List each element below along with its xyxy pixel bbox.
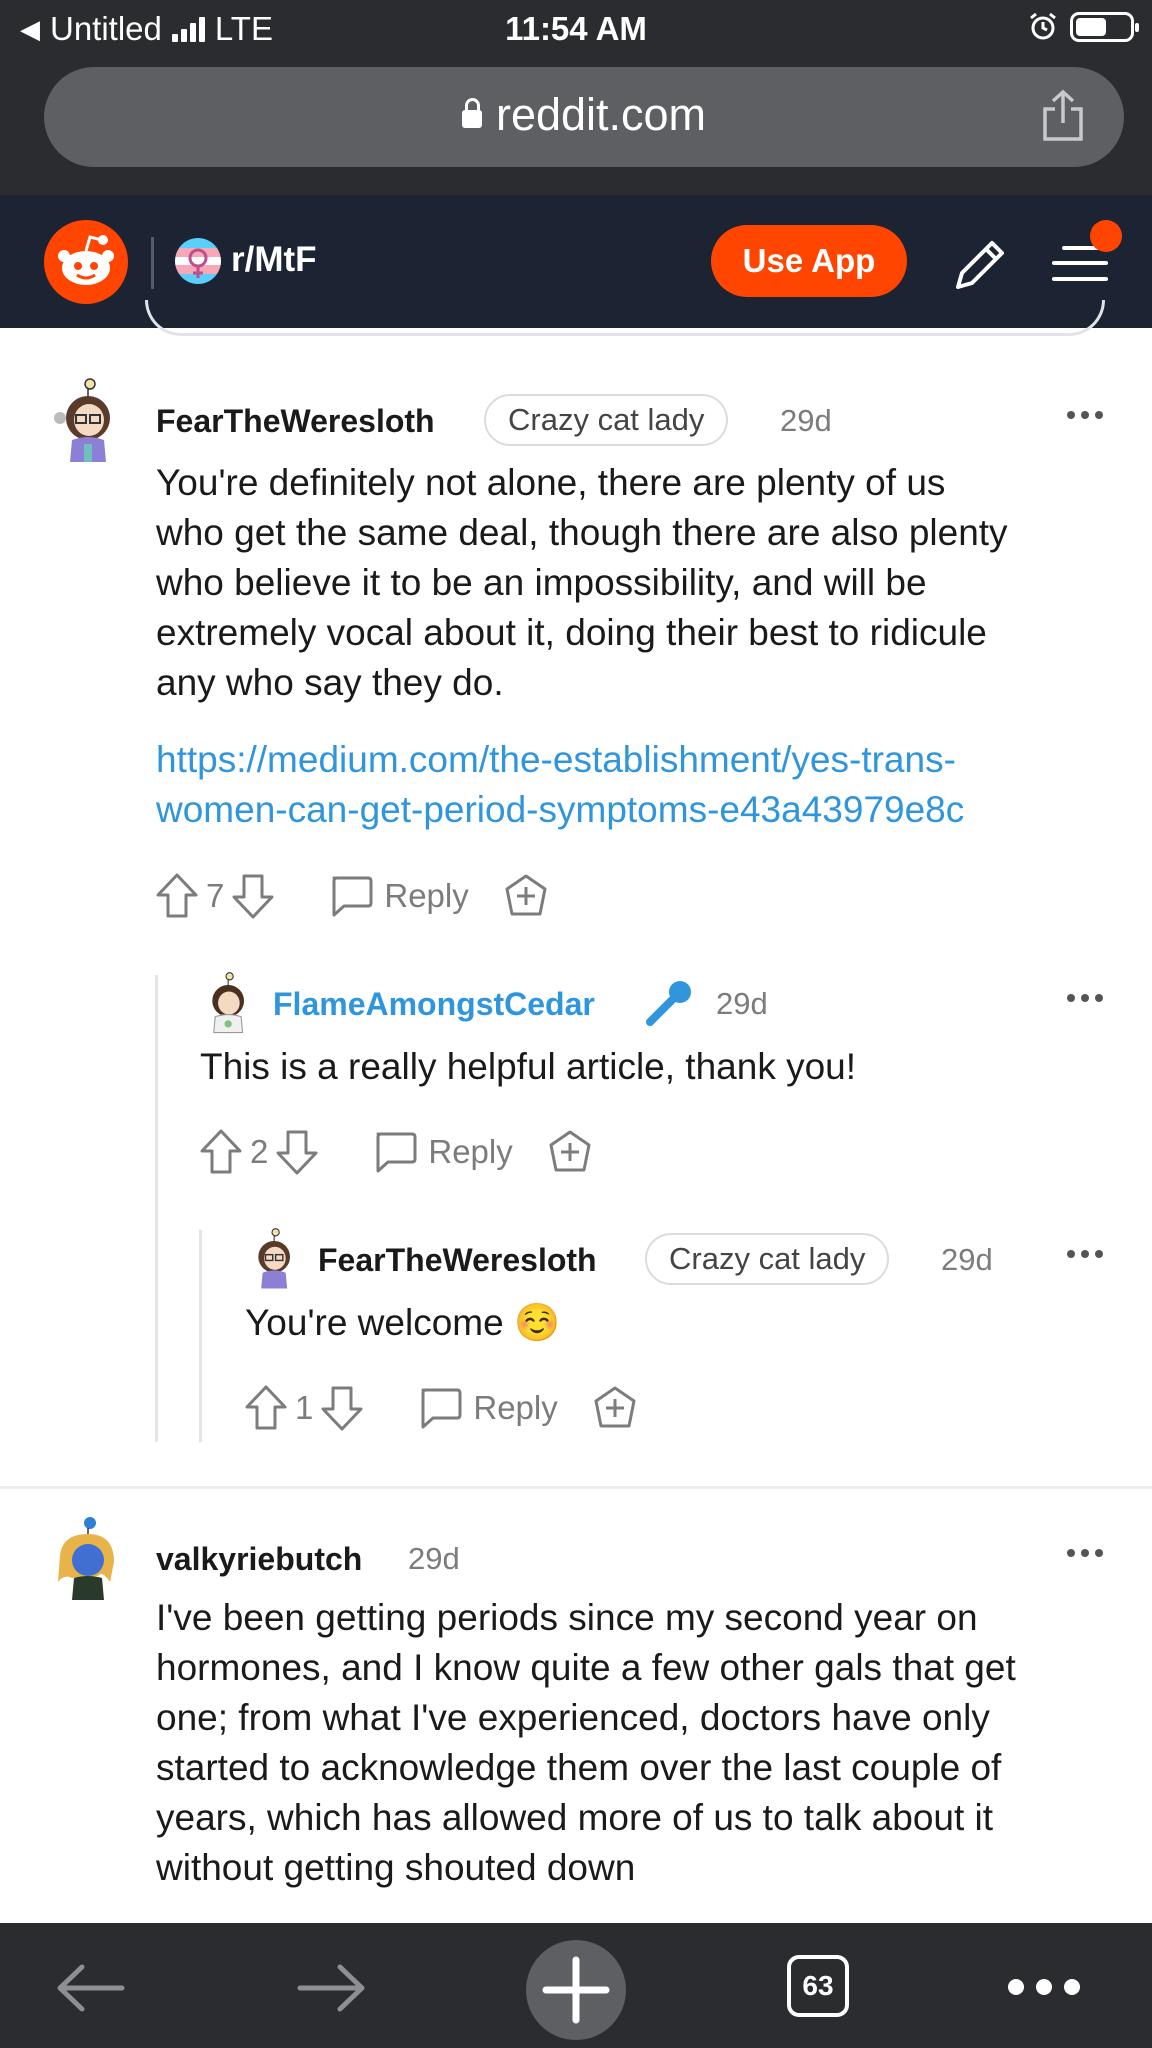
comment-line: any who say they do. <box>156 662 504 703</box>
comment-body: You're welcome ☺️ <box>245 1302 561 1343</box>
reply-label: Reply <box>428 1133 513 1170</box>
comment-line: extremely vocal about it, doing their be… <box>156 612 987 653</box>
vote-count: 2 <box>250 1133 269 1170</box>
comment-actions: 1 Reply <box>243 1378 638 1438</box>
comment-age: 29d <box>716 986 768 1021</box>
more-menu-icon[interactable] <box>1008 1979 1080 1995</box>
comment-username[interactable]: valkyriebutch <box>156 1541 362 1578</box>
comment-line: hormones, and I know quite a few other g… <box>156 1647 1016 1688</box>
header-divider <box>151 237 154 289</box>
status-bar: ◀ Untitled LTE 11:54 AM <box>0 0 1152 60</box>
battery-icon <box>1070 12 1139 42</box>
comment-line: one; from what I've experienced, doctors… <box>156 1697 990 1738</box>
comment-age: 29d <box>408 1541 460 1576</box>
alarm-icon <box>1030 12 1056 40</box>
comment-age: 29d <box>780 403 832 438</box>
browser-chrome-top: ◀ Untitled LTE 11:54 AM reddit.com <box>0 0 1152 195</box>
user-flair: Crazy cat lady <box>645 1233 890 1285</box>
vote-count: 7 <box>206 877 225 914</box>
use-app-button[interactable]: Use App <box>711 225 907 297</box>
menu-icon[interactable] <box>1052 220 1122 286</box>
vote-count: 1 <box>295 1389 314 1426</box>
upvote-icon[interactable] <box>154 871 200 921</box>
comment-line: without getting shouted down <box>156 1847 636 1888</box>
browser-toolbar: 63 <box>0 1923 1152 2048</box>
avatar[interactable] <box>52 1516 118 1602</box>
comment-line: started to acknowledge them over the las… <box>156 1747 1002 1788</box>
comment-username[interactable]: FearTheWeresloth <box>156 403 435 440</box>
comment-divider <box>0 1486 1152 1489</box>
downvote-icon[interactable] <box>230 871 276 921</box>
upvote-icon[interactable] <box>243 1383 289 1433</box>
comment-body: I've been getting periods since my secon… <box>156 1593 1016 1893</box>
reply-bubble-icon <box>421 1388 462 1429</box>
downvote-icon[interactable] <box>274 1127 320 1177</box>
more-options-icon[interactable] <box>1067 1248 1107 1260</box>
avatar[interactable] <box>246 1228 298 1290</box>
address-bar[interactable]: reddit.com <box>44 67 1124 167</box>
user-flair: Crazy cat lady <box>484 394 729 446</box>
award-icon[interactable] <box>592 1385 638 1431</box>
more-options-icon[interactable] <box>1067 1547 1107 1559</box>
comment-box-edge <box>145 300 1105 336</box>
subreddit-name[interactable]: r/MtF <box>231 240 317 280</box>
reddit-logo-icon[interactable] <box>44 220 128 304</box>
comment-line: You're definitely not alone, there are p… <box>156 462 946 503</box>
plus-icon <box>542 1956 610 2024</box>
reply-bubble-icon <box>332 876 373 917</box>
back-arrow-icon[interactable] <box>54 1963 126 2013</box>
comment-actions: 7 Reply <box>154 866 549 926</box>
comment-line: I've been getting periods since my secon… <box>156 1597 978 1638</box>
clock: 11:54 AM <box>505 10 647 47</box>
comment-age: 29d <box>941 1242 993 1277</box>
award-icon[interactable] <box>503 873 549 919</box>
reply-button[interactable]: Reply <box>417 1386 558 1430</box>
avatar[interactable] <box>52 378 118 464</box>
url-text: reddit.com <box>495 89 707 140</box>
link-line[interactable]: women-can-get-period-symptoms-e43a43979e… <box>156 785 964 835</box>
comment-line: who get the same deal, though there are … <box>156 512 1008 553</box>
share-icon[interactable] <box>1040 89 1086 143</box>
thread-line[interactable] <box>155 975 158 1442</box>
comment-username[interactable]: FearTheWeresloth <box>318 1242 597 1279</box>
thread-line[interactable] <box>199 1230 202 1442</box>
notification-dot <box>1090 220 1122 252</box>
comment-line: years, which has allowed more of us to t… <box>156 1797 994 1838</box>
reply-label: Reply <box>473 1389 558 1426</box>
more-options-icon[interactable] <box>1067 409 1107 421</box>
new-tab-button[interactable] <box>526 1940 626 2040</box>
forward-arrow-icon[interactable] <box>296 1963 368 2013</box>
upvote-icon[interactable] <box>198 1127 244 1177</box>
award-icon[interactable] <box>547 1129 593 1175</box>
comment-body: This is a really helpful article, thank … <box>200 1046 857 1087</box>
reply-button[interactable]: Reply <box>328 874 469 918</box>
lock-icon <box>461 98 482 128</box>
avatar[interactable] <box>200 972 252 1034</box>
more-options-icon[interactable] <box>1067 992 1107 1004</box>
reply-button[interactable]: Reply <box>372 1130 513 1174</box>
downvote-icon[interactable] <box>319 1383 365 1433</box>
comment-line: who believe it to be an impossibility, a… <box>156 562 927 603</box>
tabs-button[interactable]: 63 <box>787 1955 849 2017</box>
reply-bubble-icon <box>376 1132 417 1173</box>
comment-username[interactable]: FlameAmongstCedar <box>273 986 595 1023</box>
link-line[interactable]: https://medium.com/the-establishment/yes… <box>156 735 964 785</box>
subreddit-icon[interactable] <box>175 238 221 284</box>
comment-actions: 2 Reply <box>198 1122 593 1182</box>
article-link[interactable]: https://medium.com/the-establishment/yes… <box>156 735 964 835</box>
microphone-icon <box>646 981 691 1026</box>
comment-body: You're definitely not alone, there are p… <box>156 458 1008 708</box>
create-post-pencil-icon[interactable] <box>950 235 1010 295</box>
reply-label: Reply <box>384 877 469 914</box>
